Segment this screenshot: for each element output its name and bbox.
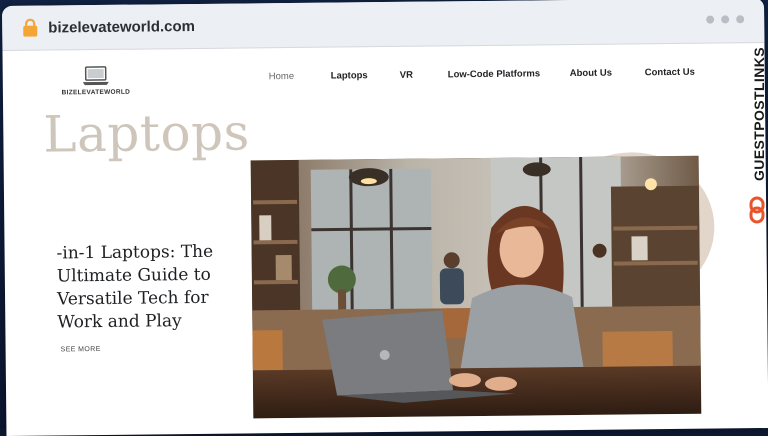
laptop-icon — [82, 66, 110, 86]
article-headline[interactable]: -in-1 Laptops: The Ultimate Guide to Ver… — [56, 240, 247, 334]
brand-text: GUESTPOSTLINKS — [751, 47, 767, 181]
lock-icon — [22, 18, 38, 37]
nav-contact-us[interactable]: Contact Us — [645, 67, 695, 79]
site-logo[interactable]: BIZELEVATEWORLD — [61, 66, 131, 97]
url-text[interactable]: bizelevateworld.com — [48, 17, 195, 36]
hero-image[interactable] — [250, 155, 702, 419]
window-controls — [706, 15, 745, 24]
browser-window: bizelevateworld.com BIZELEVATEWORLD Home… — [2, 0, 768, 436]
nav-laptops[interactable]: Laptops — [331, 70, 368, 81]
guestpostlinks-brand: GUESTPOSTLINKS — [746, 36, 768, 236]
site-content: BIZELEVATEWORLD Home Laptops VR Low-Code… — [2, 43, 768, 436]
nav-low-code-platforms[interactable]: Low-Code Platforms — [448, 68, 540, 80]
logo-text: BIZELEVATEWORLD — [61, 88, 131, 97]
window-dot[interactable] — [736, 15, 745, 24]
nav-about-us[interactable]: About Us — [570, 68, 612, 79]
window-dot[interactable] — [721, 15, 730, 24]
nav-home[interactable]: Home — [269, 71, 294, 82]
link-icon — [749, 196, 765, 224]
see-more-link[interactable]: SEE MORE — [61, 346, 101, 353]
nav-vr[interactable]: VR — [400, 70, 413, 81]
window-dot[interactable] — [706, 15, 715, 24]
hero-category-title: Laptops — [43, 103, 251, 164]
